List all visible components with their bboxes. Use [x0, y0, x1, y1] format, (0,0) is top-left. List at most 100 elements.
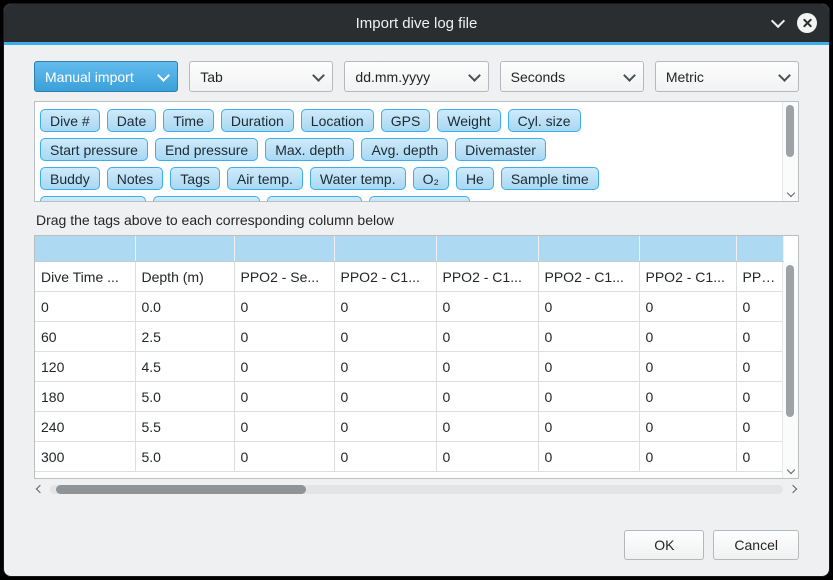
scroll-left-icon[interactable]: [34, 481, 46, 497]
import-preview-table: Dive Time ... Depth (m) PPO2 - Se... PPO…: [34, 235, 799, 479]
scroll-down-icon[interactable]: [783, 188, 798, 198]
units-value: Metric: [666, 69, 704, 85]
tag-pill[interactable]: Sample CNS: [369, 196, 470, 202]
drop-target-cell[interactable]: [234, 236, 334, 262]
scrollbar-thumb[interactable]: [786, 265, 794, 417]
tag-pill[interactable]: Sample temp.: [153, 196, 259, 202]
window-title: Import dive log file: [4, 15, 829, 32]
tag-row: Start pressure End pressure Max. depth A…: [40, 138, 782, 161]
table-h-scrollbar[interactable]: [34, 481, 799, 497]
table-cell: 240: [35, 412, 135, 442]
table-cell: 0: [334, 352, 436, 382]
tag-row: Buddy Notes Tags Air temp. Water temp. O…: [40, 167, 782, 190]
scroll-down-icon[interactable]: [783, 465, 798, 475]
column-header-cell[interactable]: PPO2 - C1...: [538, 262, 639, 292]
ok-button[interactable]: OK: [624, 530, 704, 560]
import-dialog-window: Import dive log file Manual import Tab d…: [3, 3, 830, 577]
tag-pill[interactable]: Location: [301, 109, 374, 132]
tag-pill[interactable]: Tags: [170, 167, 220, 190]
tag-pill[interactable]: Weight: [437, 109, 500, 132]
table-row: 60 2.5 0 0 0 0 0 0: [35, 322, 784, 352]
field-separator-value: Tab: [200, 69, 223, 85]
table-cell: 0: [736, 322, 784, 352]
table-cell: 0: [436, 322, 538, 352]
tag-list: Dive # Date Time Duration Location GPS W…: [34, 101, 799, 202]
tag-pill[interactable]: Avg. depth: [361, 138, 448, 161]
tag-pill[interactable]: Water temp.: [310, 167, 406, 190]
duration-format-select[interactable]: Seconds: [500, 61, 644, 92]
table-cell: 0: [736, 352, 784, 382]
tag-pill[interactable]: Notes: [107, 167, 164, 190]
drop-target-cell[interactable]: [538, 236, 639, 262]
tag-pill[interactable]: Buddy: [40, 167, 100, 190]
drop-target-cell[interactable]: [334, 236, 436, 262]
tag-pill[interactable]: Sample pO₂: [267, 196, 362, 202]
cancel-button[interactable]: Cancel: [713, 530, 799, 560]
tag-pill[interactable]: GPS: [381, 109, 431, 132]
column-header-cell[interactable]: PPO2 - C1...: [334, 262, 436, 292]
chevron-down-icon: [157, 69, 170, 82]
table-cell: 0: [35, 292, 135, 322]
column-header-cell[interactable]: PPO2: [736, 262, 784, 292]
date-format-select[interactable]: dd.mm.yyyy: [344, 61, 488, 92]
drop-target-cell[interactable]: [35, 236, 135, 262]
column-header-cell[interactable]: Dive Time ...: [35, 262, 135, 292]
table-cell: 0: [436, 412, 538, 442]
table-cell: 0: [436, 382, 538, 412]
table-cell: 0: [736, 382, 784, 412]
close-icon[interactable]: [797, 13, 817, 33]
table-cell: 0: [436, 442, 538, 472]
tag-pill[interactable]: Sample time: [501, 167, 599, 190]
chevron-down-icon[interactable]: [773, 20, 783, 26]
drop-target-cell[interactable]: [436, 236, 538, 262]
tag-pill[interactable]: Max. depth: [265, 138, 354, 161]
units-select[interactable]: Metric: [655, 61, 799, 92]
field-separator-select[interactable]: Tab: [189, 61, 333, 92]
table-cell: 0: [334, 442, 436, 472]
table-cell: 120: [35, 352, 135, 382]
table-cell: 0: [538, 442, 639, 472]
table-cell: 5.0: [135, 382, 234, 412]
table-cell: 0: [234, 442, 334, 472]
tag-pill[interactable]: Sample depth: [40, 196, 146, 202]
chevron-down-icon: [623, 69, 636, 82]
drop-target-cell[interactable]: [736, 236, 784, 262]
column-header-cell[interactable]: PPO2 - C1...: [639, 262, 736, 292]
table-v-scrollbar[interactable]: [782, 262, 798, 478]
tag-pill[interactable]: O₂: [413, 167, 449, 190]
tag-pill[interactable]: He: [456, 167, 494, 190]
table-cell: 0: [538, 322, 639, 352]
tag-pill[interactable]: Dive #: [40, 109, 100, 132]
table-cell: 0: [334, 382, 436, 412]
dialog-content: Manual import Tab dd.mm.yyyy Seconds Met…: [4, 45, 829, 576]
scrollbar-thumb[interactable]: [786, 105, 794, 157]
column-header-cell[interactable]: PPO2 - C1...: [436, 262, 538, 292]
table-cell: 0: [234, 292, 334, 322]
column-header-cell[interactable]: Depth (m): [135, 262, 234, 292]
table-cell: 0: [334, 412, 436, 442]
tag-pill[interactable]: End pressure: [155, 138, 258, 161]
tag-pill[interactable]: Cyl. size: [508, 109, 581, 132]
import-mode-select[interactable]: Manual import: [34, 61, 178, 92]
drop-target-cell[interactable]: [135, 236, 234, 262]
tag-pill[interactable]: Date: [107, 109, 157, 132]
table-cell: 0: [639, 412, 736, 442]
table-cell: 0: [639, 442, 736, 472]
tag-pill[interactable]: Duration: [221, 109, 294, 132]
drop-target-cell[interactable]: [639, 236, 736, 262]
table-cell: 0: [334, 292, 436, 322]
table-cell: 2.5: [135, 322, 234, 352]
table-cell: 300: [35, 442, 135, 472]
column-header-cell[interactable]: PPO2 - Se...: [234, 262, 334, 292]
tag-pill[interactable]: Air temp.: [227, 167, 303, 190]
tag-list-scrollbar[interactable]: [782, 102, 798, 201]
tag-pill[interactable]: Divemaster: [455, 138, 546, 161]
scroll-right-icon[interactable]: [787, 481, 799, 497]
table-cell: 0: [538, 292, 639, 322]
table-cell: 0: [639, 322, 736, 352]
tag-pill[interactable]: Time: [163, 109, 214, 132]
date-format-value: dd.mm.yyyy: [355, 69, 430, 85]
table-row: 240 5.5 0 0 0 0 0 0: [35, 412, 784, 442]
tag-pill[interactable]: Start pressure: [40, 138, 148, 161]
scrollbar-thumb[interactable]: [56, 485, 306, 494]
